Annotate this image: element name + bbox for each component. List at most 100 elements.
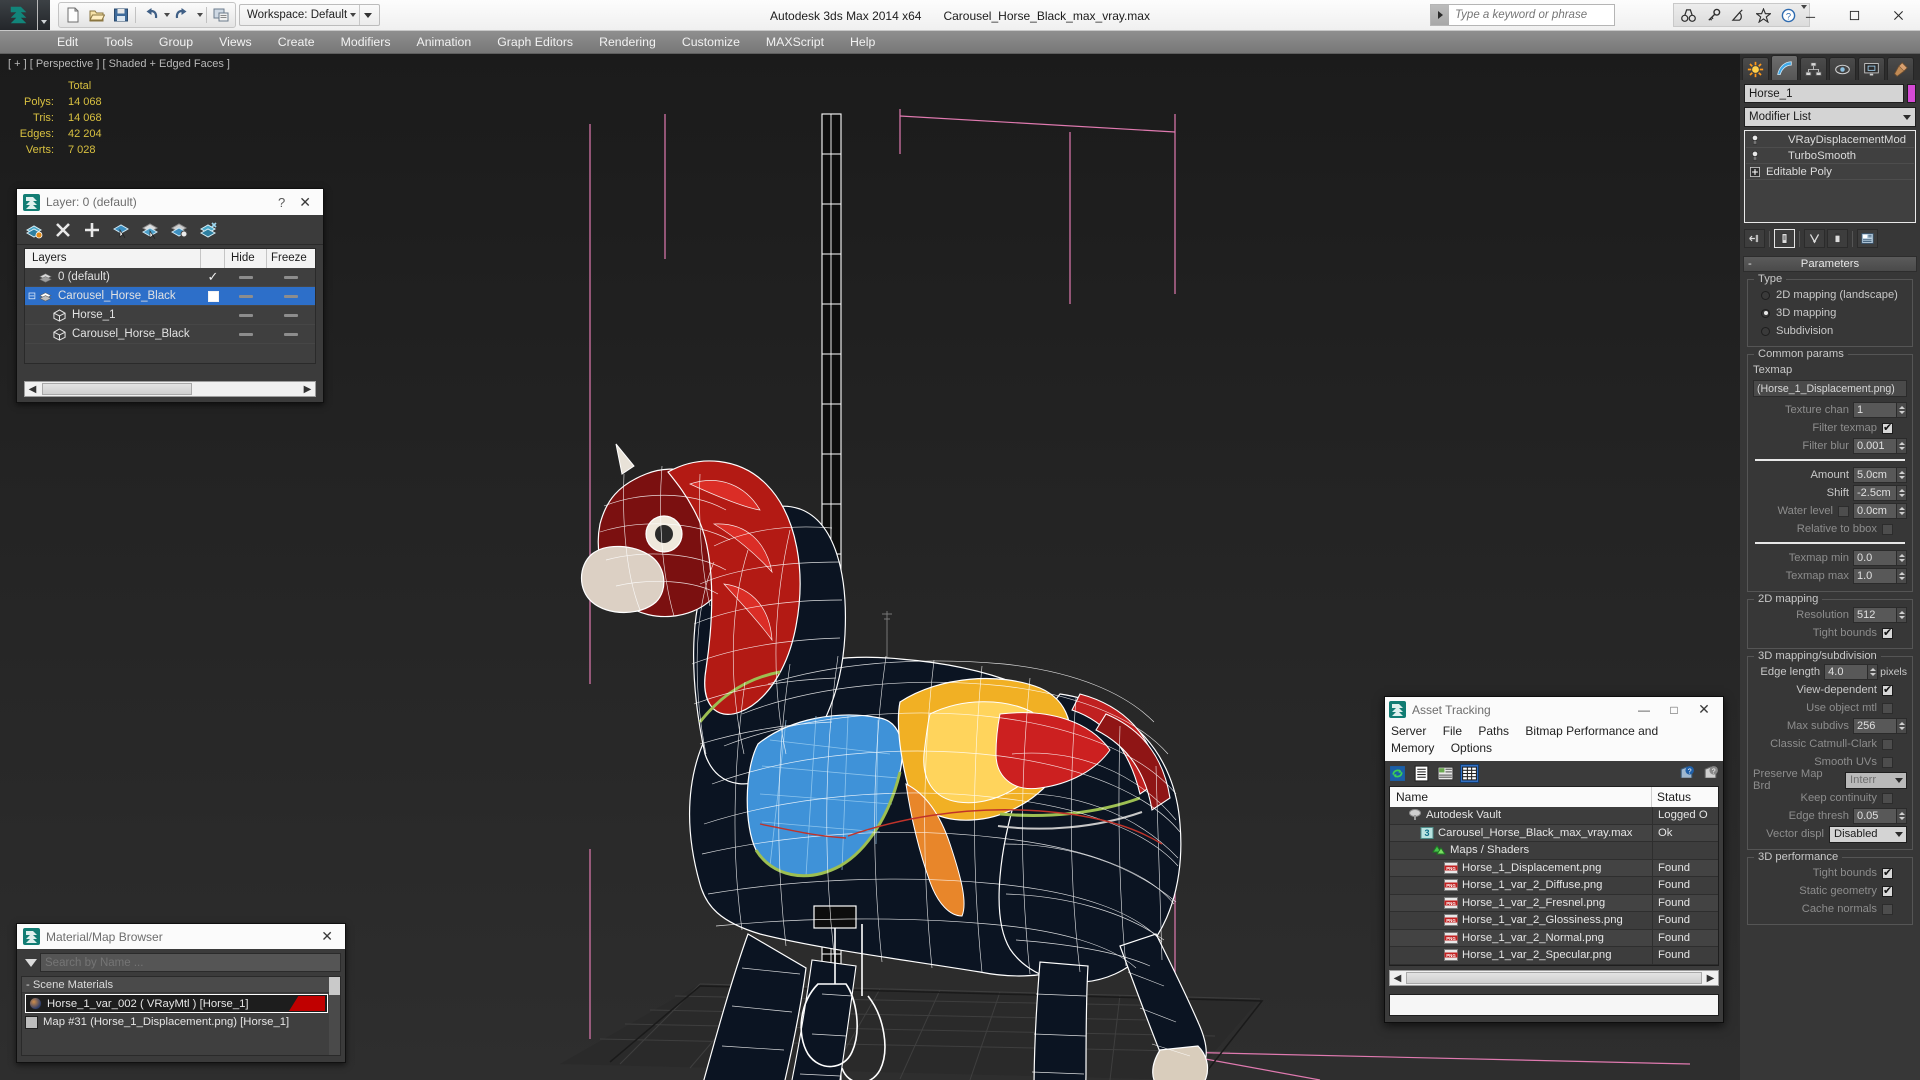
scroll-left-arrow-icon[interactable]: ◀	[25, 382, 40, 396]
asset-row-diffuse-png[interactable]: PNG Horse_1_var_2_Diffuse.png Found	[1390, 877, 1718, 895]
static-geometry-checkbox[interactable]	[1882, 884, 1893, 897]
shift-spinner[interactable]: -2.5cm	[1853, 485, 1907, 501]
max-subdivs-spinner[interactable]: 256	[1853, 718, 1907, 734]
chevron-down-icon[interactable]	[1891, 777, 1906, 783]
satellite-dish-icon[interactable]	[1726, 5, 1751, 26]
asset-col-name[interactable]: Name	[1390, 787, 1652, 807]
resolution-value[interactable]: 512	[1853, 607, 1897, 623]
radio-icon[interactable]	[1761, 326, 1770, 336]
parameters-rollout-header[interactable]: - Parameters	[1743, 256, 1917, 272]
object-hide-toggle[interactable]	[225, 332, 267, 336]
object-freeze-toggle[interactable]	[267, 313, 315, 317]
scene-materials-group-header[interactable]: - Scene Materials	[22, 977, 340, 993]
asset-col-status[interactable]: Status	[1652, 787, 1718, 807]
tight-bounds-checkbox[interactable]	[1882, 626, 1893, 639]
asset-horizontal-scrollbar[interactable]: ◀ ▶	[1389, 970, 1719, 986]
spinner-arrows-icon[interactable]	[1897, 568, 1907, 584]
lightbulb-icon[interactable]	[1746, 150, 1764, 162]
menu-item-help[interactable]: Help	[837, 31, 888, 54]
material-item-horse-var-002[interactable]: Horse_1_var_002 ( VRayMtl ) [Horse_1]	[25, 994, 328, 1013]
use-object-mtl-checkbox[interactable]	[1882, 702, 1893, 714]
water-level-spinner[interactable]: 0.0cm	[1853, 503, 1907, 519]
material-item-map-31[interactable]: Map #31 (Horse_1_Displacement.png) [Hors…	[22, 1013, 328, 1031]
layer-active-checkmark[interactable]: ✓	[201, 269, 225, 285]
undo-icon[interactable]	[138, 4, 162, 26]
layer-horizontal-scrollbar[interactable]: ◀ ▶	[24, 381, 316, 397]
search-input[interactable]	[1449, 9, 1614, 21]
menu-item-views[interactable]: Views	[206, 31, 265, 54]
material-search-input[interactable]	[40, 953, 341, 972]
window-maximize-button[interactable]	[1832, 0, 1876, 31]
asset-menu-options[interactable]: Options	[1451, 741, 1492, 755]
list-view-icon[interactable]	[1412, 764, 1431, 783]
radio-2d-mapping-landscape[interactable]: 2D mapping (landscape)	[1753, 287, 1907, 303]
filter-funnel-icon[interactable]	[21, 953, 40, 972]
menu-item-modifiers[interactable]: Modifiers	[328, 31, 404, 54]
modifier-stack[interactable]: VRayDisplacementMod TurboSmooth Editable…	[1744, 130, 1916, 223]
workspace-selector[interactable]: Workspace: Default	[239, 4, 381, 26]
menu-item-graph-editors[interactable]: Graph Editors	[484, 31, 586, 54]
object-name-input[interactable]	[1744, 84, 1904, 103]
keep-continuity-checkbox[interactable]	[1882, 792, 1893, 804]
remove-modifier-icon[interactable]	[1827, 229, 1848, 248]
tab-modify[interactable]	[1771, 55, 1798, 80]
material-browser-titlebar[interactable]: Material/Map Browser ✕	[17, 924, 345, 949]
project-folder-icon[interactable]	[209, 4, 233, 26]
layer-explorer-dialog[interactable]: Layer: 0 (default) ? ✕ Layers Hide Freez…	[16, 188, 324, 403]
open-file-icon[interactable]	[85, 4, 109, 26]
scroll-right-arrow-icon[interactable]: ▶	[1703, 971, 1718, 985]
undo-dropdown-icon[interactable]	[162, 4, 171, 26]
texture-chan-spinner[interactable]: 1	[1853, 402, 1907, 418]
layer-row-carousel-horse-black[interactable]: ⊟ Carousel_Horse_Black	[25, 287, 315, 306]
key-icon[interactable]	[1701, 5, 1726, 26]
asset-row-glossiness-png[interactable]: PNG Horse_1_var_2_Glossiness.png Found	[1390, 912, 1718, 930]
binoculars-icon[interactable]	[1676, 5, 1701, 26]
radio-icon[interactable]	[1761, 308, 1770, 318]
spinner-arrows-icon[interactable]	[1897, 467, 1907, 483]
spinner-arrows-icon[interactable]	[1897, 485, 1907, 501]
asset-menu-file[interactable]: File	[1443, 724, 1462, 738]
asset-tracking-dialog[interactable]: Asset Tracking — □ ✕ Server File Paths B…	[1384, 696, 1724, 1023]
show-end-result-icon[interactable]	[1774, 229, 1795, 248]
menu-item-group[interactable]: Group	[146, 31, 206, 54]
layer-freeze-toggle[interactable]	[267, 275, 315, 279]
texture-chan-value[interactable]: 1	[1853, 402, 1897, 418]
tab-display[interactable]	[1858, 57, 1885, 80]
chevron-down-icon[interactable]	[1891, 831, 1906, 837]
object-color-swatch[interactable]	[1907, 84, 1916, 103]
redo-dropdown-icon[interactable]	[195, 4, 204, 26]
workspace-caret-icon[interactable]	[347, 6, 359, 24]
filter-blur-value[interactable]: 0.001	[1853, 438, 1897, 454]
layer-hide-toggle[interactable]	[225, 275, 267, 279]
modifier-stack-item-vraydisplacementmod[interactable]: VRayDisplacementMod	[1746, 132, 1914, 148]
app-menu-caret-icon[interactable]	[38, 0, 50, 30]
vector-displ-dropdown[interactable]: Disabled	[1829, 825, 1907, 843]
edge-thresh-value[interactable]: 0.05	[1853, 808, 1897, 824]
scroll-thumb[interactable]	[1406, 972, 1702, 984]
asset-close-button[interactable]: ✕	[1689, 698, 1719, 722]
help-context-icon[interactable]: ?	[1701, 764, 1720, 783]
spinner-arrows-icon[interactable]	[1897, 550, 1907, 566]
texmap-max-spinner[interactable]: 1.0	[1853, 568, 1907, 584]
menu-item-tools[interactable]: Tools	[91, 31, 146, 54]
scroll-right-arrow-icon[interactable]: ▶	[300, 382, 315, 396]
set-current-layer-icon[interactable]	[199, 221, 217, 239]
texmap-button[interactable]: (Horse_1_Displacement.png)	[1753, 380, 1907, 397]
water-level-checkbox[interactable]	[1838, 505, 1849, 517]
window-close-button[interactable]	[1876, 0, 1920, 31]
menu-item-customize[interactable]: Customize	[669, 31, 753, 54]
delete-layer-icon[interactable]	[54, 221, 72, 239]
spinner-arrows-icon[interactable]	[1897, 808, 1907, 824]
asset-row-displacement-png[interactable]: PNG Horse_1_Displacement.png Found	[1390, 859, 1718, 877]
material-browser-list[interactable]: - Scene Materials Horse_1_var_002 ( VRay…	[21, 976, 341, 1056]
relative-to-bbox-checkbox[interactable]	[1882, 523, 1893, 535]
material-map-browser-dialog[interactable]: Material/Map Browser ✕ - Scene Materials…	[16, 923, 346, 1063]
smooth-uvs-checkbox[interactable]	[1882, 756, 1893, 768]
filter-blur-spinner[interactable]: 0.001	[1853, 438, 1907, 454]
asset-maximize-button[interactable]: □	[1659, 698, 1689, 722]
perf-tight-bounds-checkbox[interactable]	[1882, 866, 1893, 879]
material-browser-vertical-scrollbar[interactable]	[329, 977, 340, 1055]
layer-dialog-close-button[interactable]: ✕	[293, 194, 317, 211]
classic-catmull-checkbox[interactable]	[1882, 738, 1893, 750]
texmap-min-value[interactable]: 0.0	[1853, 550, 1897, 566]
